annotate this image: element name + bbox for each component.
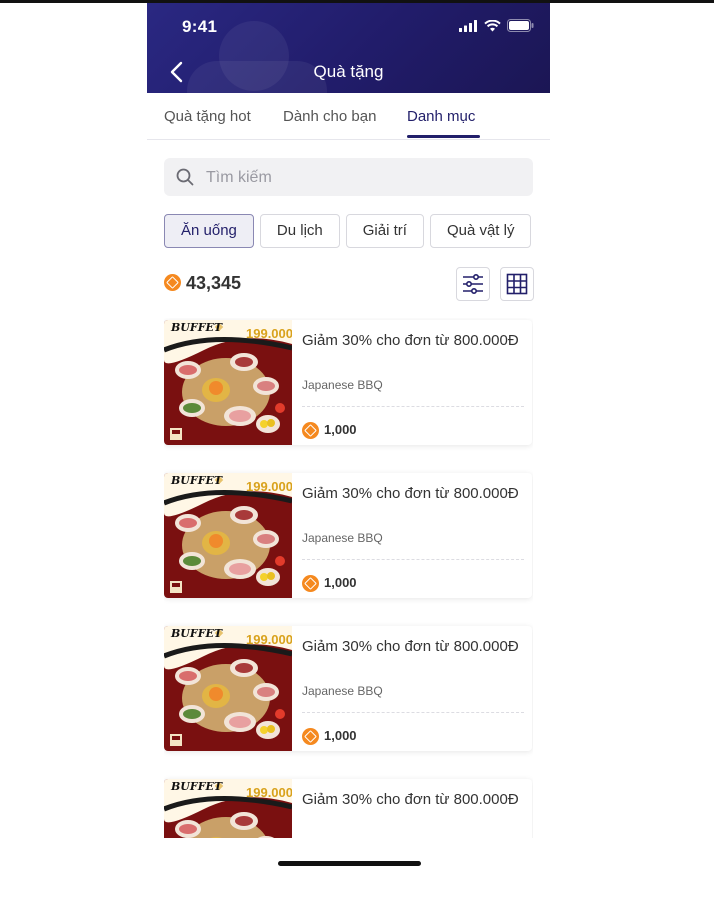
- tab-bar: Quà tặng hot Dành cho bạn Danh mục: [147, 93, 550, 140]
- gift-image-price: 199.000: [246, 326, 292, 341]
- search-input[interactable]: [204, 158, 528, 198]
- gift-image-text: BUFFET: [171, 321, 223, 334]
- filter-button[interactable]: [456, 267, 490, 301]
- gift-image-price: 199.000: [246, 632, 292, 647]
- points-balance: 43,345: [186, 273, 242, 293]
- points-row: 43,345: [164, 267, 534, 303]
- signal-icon: [459, 19, 477, 32]
- grid-view-icon: [506, 273, 528, 295]
- gift-image-price: 199.000: [246, 785, 292, 800]
- gift-card[interactable]: BUFFET 199.000 Giảm 30% cho đơn từ 800.0…: [164, 473, 532, 598]
- gift-brand: Japanese BBQ: [302, 837, 383, 838]
- gift-title: Giảm 30% cho đơn từ 800.000Đ: [302, 485, 519, 502]
- gift-image-text: BUFFET: [171, 780, 223, 793]
- gift-price: 1,000: [324, 575, 357, 590]
- gift-image-price: 199.000: [246, 479, 292, 494]
- divider: [302, 406, 524, 407]
- tab-hot-gifts[interactable]: Quà tặng hot: [164, 108, 251, 125]
- gift-price: 1,000: [324, 728, 357, 743]
- divider: [302, 559, 524, 560]
- category-chips: Ăn uống Du lịch Giải trí Quà vật lý: [164, 214, 550, 248]
- search-bar: [164, 158, 533, 198]
- wifi-icon: [484, 19, 501, 31]
- gift-image: BUFFET 199.000: [164, 626, 292, 751]
- phone-screen: 9:41 Quà tặng Quà tặng hot Dành cho bạn …: [147, 3, 550, 901]
- page-title: Quà tặng: [313, 62, 384, 81]
- gift-list: BUFFET 199.000 Giảm 30% cho đơn từ 800.0…: [164, 318, 533, 838]
- app-header: 9:41 Quà tặng: [147, 3, 550, 93]
- gift-card[interactable]: BUFFET 199.000 Giảm 30% cho đơn từ 800.0…: [164, 626, 532, 751]
- gift-title: Giảm 30% cho đơn từ 800.000Đ: [302, 791, 519, 808]
- divider: [302, 712, 524, 713]
- tab-for-you[interactable]: Dành cho bạn: [283, 108, 376, 125]
- gift-price: 1,000: [324, 422, 357, 437]
- search-icon: [176, 168, 194, 186]
- filter-sliders-icon: [463, 273, 483, 295]
- gift-title: Giảm 30% cho đơn từ 800.000Đ: [302, 638, 519, 655]
- coin-icon: [302, 575, 319, 592]
- status-icons: [459, 19, 534, 32]
- tab-categories[interactable]: Danh mục: [407, 108, 475, 125]
- active-tab-indicator: [407, 135, 480, 138]
- category-chip-food[interactable]: Ăn uống: [164, 214, 254, 248]
- gift-image: BUFFET 199.000: [164, 473, 292, 598]
- gift-brand: Japanese BBQ: [302, 378, 383, 392]
- battery-icon: [507, 19, 534, 32]
- grid-view-button[interactable]: [500, 267, 534, 301]
- gift-image: BUFFET 199.000: [164, 779, 292, 838]
- gift-brand: Japanese BBQ: [302, 531, 383, 545]
- status-time: 9:41: [182, 17, 218, 36]
- gift-card[interactable]: BUFFET 199.000 Giảm 30% cho đơn từ 800.0…: [164, 320, 532, 445]
- home-indicator: [278, 861, 421, 866]
- category-chip-travel[interactable]: Du lịch: [259, 214, 340, 248]
- gift-image-text: BUFFET: [171, 474, 223, 487]
- gift-card[interactable]: BUFFET 199.000 Giảm 30% cho đơn từ 800.0…: [164, 779, 532, 838]
- gift-brand: Japanese BBQ: [302, 684, 383, 698]
- coin-icon: [302, 422, 319, 439]
- category-chip-physical-gifts[interactable]: Quà vật lý: [429, 214, 532, 248]
- gift-image-text: BUFFET: [171, 627, 223, 640]
- coin-icon: [164, 274, 181, 291]
- coin-icon: [302, 728, 319, 745]
- category-chip-entertainment[interactable]: Giải trí: [345, 214, 424, 248]
- gift-title: Giảm 30% cho đơn từ 800.000Đ: [302, 332, 519, 349]
- gift-image: BUFFET 199.000: [164, 320, 292, 445]
